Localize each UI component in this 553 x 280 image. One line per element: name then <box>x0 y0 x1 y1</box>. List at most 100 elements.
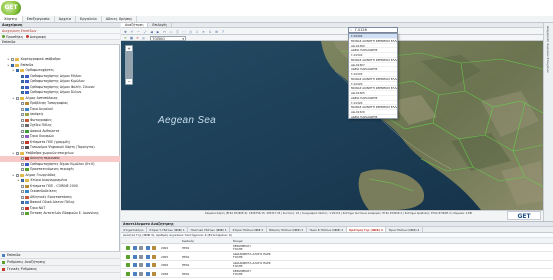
zoom-to-icon[interactable] <box>126 246 130 250</box>
search-suggestion-item[interactable]: ΜΟΝΑΣ ΑΚΙΝΗΤΗ ΚΕΡΜΕΙΟΣ ΕΛΛΑΣ ΓΑ.Β.Ε.Ο. <box>349 39 397 44</box>
results-tab[interactable]: Κτίρια Υδάτων ΙΦΙΦ 3 <box>230 227 267 232</box>
layer-checkbox[interactable] <box>20 91 24 95</box>
menu-item-tools[interactable]: Εργαλεία <box>76 16 102 22</box>
layer-checkbox[interactable] <box>10 58 14 62</box>
tab-options[interactable]: Επιλογές <box>148 23 173 27</box>
map-icon[interactable] <box>145 263 150 267</box>
layer-checkbox[interactable] <box>20 140 24 144</box>
menu-item-files[interactable]: Αρχεία <box>55 16 76 22</box>
pan-icon[interactable]: ✥ <box>123 29 128 34</box>
add-layer-button[interactable]: Προσθήκη <box>2 34 23 39</box>
layer-checkbox[interactable] <box>20 74 24 78</box>
menu-item-map[interactable]: Χάρτης <box>0 16 23 22</box>
search-suggestion-item[interactable]: ΜΟΝΑΣ ΑΚΙΝΗΤΗ ΚΕΡΜΕΙΟΣ ΕΛΛΑΣ ΓΑ.Β.Ε.Ο. <box>349 58 397 63</box>
panel-general-settings[interactable]: Γενικές Ρυθμίσεις <box>0 266 120 273</box>
link-icon[interactable] <box>152 254 156 259</box>
layer-checkbox[interactable] <box>20 184 24 188</box>
print-icon[interactable]: ⎙ <box>188 29 193 34</box>
link-icon[interactable] <box>152 271 156 276</box>
layer-checkbox[interactable] <box>20 80 24 84</box>
layer-checkbox[interactable] <box>20 162 24 166</box>
map-icon[interactable] <box>145 271 150 276</box>
export-icon[interactable]: ⇩ <box>195 29 200 34</box>
layer-checkbox[interactable] <box>20 113 24 117</box>
layer-checkbox[interactable] <box>20 168 24 172</box>
identify-icon[interactable]: ⓘ <box>175 29 180 34</box>
results-tab[interactable]: Κράτηση Γης (ΙΦΙΦ) 3 <box>346 227 387 232</box>
info-icon[interactable] <box>132 254 137 259</box>
link-icon[interactable] <box>152 263 156 267</box>
zoom-to-icon[interactable] <box>126 263 130 267</box>
results-tab[interactable]: Κτίρια Υ.Υδάτων (ΙΦΙΦ) 1 <box>147 227 189 232</box>
map-canvas[interactable]: Aegean Sea + − <box>121 41 543 210</box>
zoom-out-button[interactable]: − <box>126 79 132 84</box>
layer-checkbox[interactable] <box>20 157 24 161</box>
layer-checkbox[interactable] <box>20 129 24 133</box>
layer-checkbox[interactable] <box>15 151 19 155</box>
layer-checkbox[interactable] <box>20 107 24 111</box>
layer-checkbox[interactable] <box>20 146 24 150</box>
results-tab[interactable]: Υλικό 8 Υδάτων (ΙΦΙΦ) 3 <box>307 227 347 232</box>
help-icon[interactable]: ? <box>221 29 226 34</box>
layer-checkbox[interactable] <box>20 118 24 122</box>
layer-checkbox[interactable] <box>20 135 24 139</box>
layer-checkbox[interactable] <box>15 96 19 100</box>
back-icon[interactable]: ◀ <box>149 29 154 34</box>
layer-checkbox[interactable] <box>15 173 19 177</box>
clear-icon[interactable]: ✕ <box>201 29 206 34</box>
delete-layer-button[interactable]: Διαγραφή <box>25 34 46 39</box>
table-row[interactable]: 2005 ΠΕ01 ΑΔΙΑΧΩΡΙΣΤΑ ΑΛΟΓΟ ΠΑΡΚ ΤΟΛΗΣ <box>121 252 553 261</box>
table-row[interactable]: 2038 ΠΕ01 ΚΕΡΑΜΕΙΚΟΥ ΤΟΛΗΣ <box>121 269 553 278</box>
layer-checkbox[interactable] <box>20 190 24 194</box>
layer-checkbox[interactable] <box>20 179 24 183</box>
measure-area-icon[interactable]: ▭ <box>169 29 174 34</box>
layer-checkbox[interactable] <box>20 195 24 199</box>
table-row[interactable]: 2002 ΠΕ01 ΚΕΡΑΜΕΙΚΟΥ ΤΟΛΗΣ <box>121 244 553 252</box>
info-icon[interactable] <box>132 271 137 276</box>
zoom-out-icon[interactable]: － <box>136 29 141 34</box>
layer-checkbox[interactable] <box>20 212 24 216</box>
tab-search[interactable]: Αναζήτηση <box>121 23 149 27</box>
table-icon[interactable] <box>139 271 143 276</box>
layer-checkbox[interactable] <box>20 85 24 89</box>
table-icon[interactable] <box>139 263 143 267</box>
target-icon[interactable]: ◎ <box>141 36 146 41</box>
search-suggestion-item[interactable]: ΜΟΝΑΣ ΑΚΙΝΗΤΗ ΚΕΡΜΕΙΟΣ ΕΛΛΑΣ ΓΑ.Β.Ε.Ο. <box>349 77 397 82</box>
zoom-in-icon[interactable]: ＋ <box>130 29 135 34</box>
zoom-to-icon[interactable] <box>126 254 130 259</box>
info-icon[interactable]: ℹ <box>208 29 213 34</box>
search-suggestion-item[interactable]: ΑΔΕΙΑ ΠΑΡΑΧΩΡΗΣ <box>349 115 397 118</box>
zoom-extent-icon[interactable]: ⤢ <box>143 29 148 34</box>
layer-checkbox[interactable] <box>10 63 14 67</box>
menu-item-licenses[interactable]: Αδειες Χρήσης <box>102 16 138 22</box>
layer-checkbox[interactable] <box>20 124 24 128</box>
info-icon[interactable] <box>132 246 137 250</box>
results-tab[interactable]: Όρια Υδάτων (ΙΦΙΦ) 4 <box>386 227 423 232</box>
layer-management-label[interactable]: Διαχείριση Επιπέδων <box>2 29 36 33</box>
layer-checkbox[interactable] <box>20 201 24 205</box>
forward-icon[interactable]: ▶ <box>156 29 161 34</box>
layer-select[interactable]: ΤΟΠΙΚΟ ▾ <box>150 35 186 41</box>
table-row[interactable]: 2006 ΠΕ01 ΑΔΙΑΧΩΡΙΣΤΑ ΑΛΟΓΟ ΠΑΡΚ ΤΟΛΗΣ <box>121 261 553 269</box>
layer-checkbox[interactable] <box>20 102 24 106</box>
layer-tree-item[interactable]: Έκταση Αυτοτελών Εδαφικών Ε. Ιωαννίνης <box>0 211 120 217</box>
zoom-in-button[interactable]: + <box>126 46 132 51</box>
menu-item-edit[interactable]: Επεξεργασία <box>23 16 55 22</box>
measure-length-icon[interactable]: ↔ <box>162 29 167 34</box>
zoom-to-icon[interactable] <box>126 271 130 276</box>
select-icon[interactable]: ⬚ <box>182 29 187 34</box>
results-tab[interactable]: Πολιτικό Υδάτων (ΙΦΙΦ) 1 <box>188 227 231 232</box>
zoom-slider[interactable]: + − <box>125 45 133 85</box>
table-icon[interactable] <box>139 254 143 259</box>
info-icon[interactable] <box>132 263 137 267</box>
results-tab[interactable]: Όδευση Υδάτων (ΙΦΙΦ) 3 <box>267 227 307 232</box>
results-tab[interactable]: Κτηματολόγιο <box>121 227 147 232</box>
table-icon[interactable] <box>139 246 143 250</box>
layer-checkbox[interactable] <box>20 206 24 210</box>
clear-selection-icon[interactable]: ✕ <box>135 36 140 41</box>
map-icon[interactable] <box>145 254 150 259</box>
settings-icon[interactable]: ⚙ <box>214 29 219 34</box>
map-icon[interactable] <box>145 246 150 250</box>
layers-icon[interactable]: ▦ <box>129 36 134 41</box>
refresh-icon[interactable]: ⟳ <box>123 36 128 41</box>
